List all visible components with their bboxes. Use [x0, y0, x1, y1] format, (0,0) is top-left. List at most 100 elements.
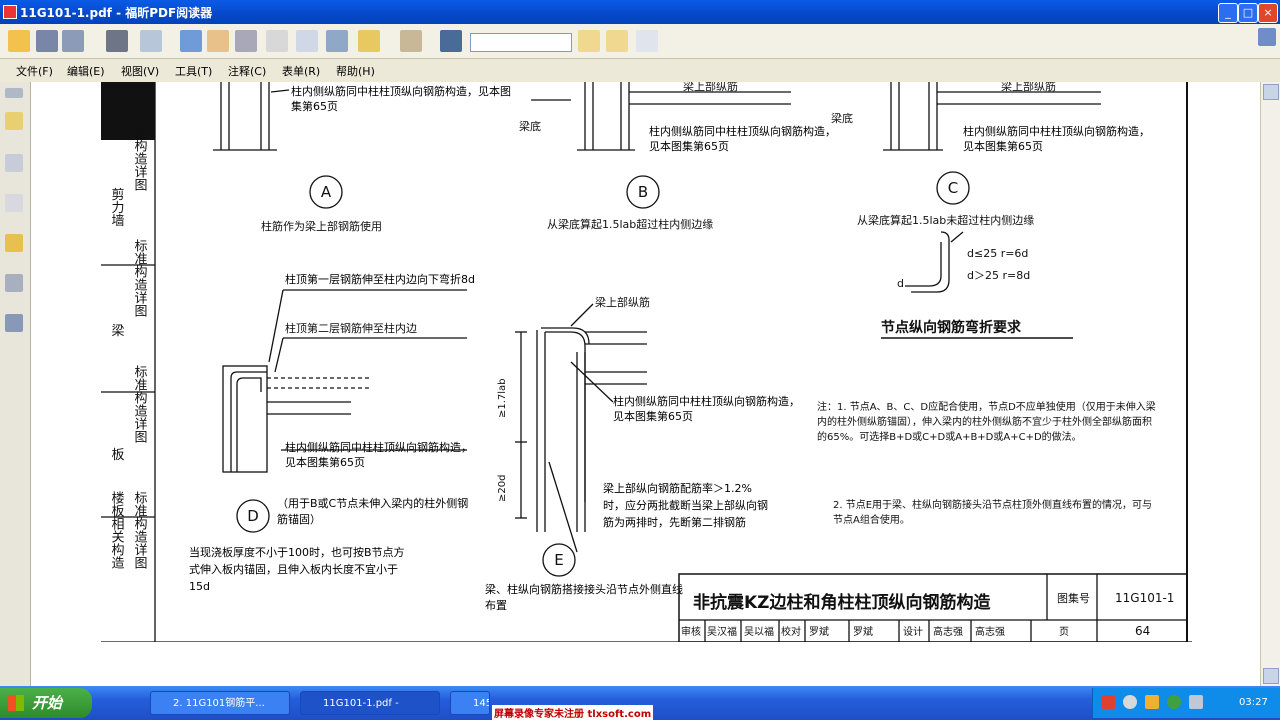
detail-b-label: B	[638, 183, 648, 201]
tray-volume-icon[interactable]	[1189, 695, 1203, 709]
save-icon[interactable]	[36, 30, 58, 52]
task-explorer[interactable]: 2. 11G101钢筋平...	[150, 691, 290, 715]
tb-design: 设计	[903, 625, 923, 638]
detail-d-note2: 柱顶第二层钢筋伸至柱内边	[285, 321, 417, 335]
pdf-page[interactable]: 剪力墙 标准构造详图 梁 标准构造详图 板 标准构造详图 楼板相关构造 标准构造…	[101, 82, 1192, 642]
bend-rule-1: d≤25 r=6d	[967, 247, 1028, 260]
minimize-button[interactable]: _	[1218, 3, 1238, 23]
tb-reviewer: 吴汉福	[707, 625, 737, 638]
menu-forms[interactable]: 表单(R)	[282, 63, 320, 79]
menu-edit[interactable]: 编辑(E)	[67, 63, 105, 79]
help-corner-icon[interactable]	[1258, 28, 1276, 46]
detail-e-note1: 柱内侧纵筋同中柱柱顶纵向钢筋构造，见本图集第65页	[613, 395, 800, 423]
close-button[interactable]: ×	[1258, 3, 1278, 23]
title-bar: 11G101-1.pdf - 福昕PDF阅读器 _ □ ×	[0, 0, 1280, 24]
toolbar	[0, 24, 1280, 59]
bend-d-label: d	[897, 277, 904, 290]
maximize-button[interactable]: □	[1238, 3, 1258, 23]
select-cursor-icon[interactable]	[266, 30, 288, 52]
scroll-up-icon[interactable]	[1263, 84, 1279, 100]
system-tray: 03:27	[1092, 688, 1280, 718]
comments-icon[interactable]	[5, 234, 23, 252]
sidebar-group-slab: 板	[109, 448, 125, 462]
menu-file[interactable]: 文件(F)	[16, 63, 53, 79]
page-margin-right	[1192, 82, 1260, 686]
detail-c-caption: 从梁底算起1.5lab未超过柱内侧边缘	[857, 213, 1034, 227]
detail-a-label: A	[321, 183, 332, 201]
stamp-icon[interactable]	[358, 30, 380, 52]
email-icon[interactable]	[140, 30, 162, 52]
page-margin	[31, 82, 101, 686]
detail-d-label: D	[247, 507, 259, 525]
app-icon	[3, 5, 17, 19]
navigation-pane	[0, 82, 31, 686]
task-recorder[interactable]: 145	[450, 691, 490, 715]
general-note-1: 注：1. 节点A、B、C、D应配合使用，节点D不应单独使用（仅用于未伸入梁内的柱…	[817, 402, 1156, 443]
sidebar-group-beam: 梁	[109, 324, 125, 337]
sidebar-group-shear-wall: 剪力墙	[109, 187, 125, 227]
find-previous-icon[interactable]	[578, 30, 600, 52]
bookmarks-icon[interactable]	[5, 112, 23, 130]
bend-diagram	[905, 231, 964, 293]
general-note-2: 2. 节点E用于梁、柱纵向钢筋接头沿节点柱顶外侧直线布置的情况，可与节点A组合使…	[833, 500, 1153, 526]
tb-page-no: 64	[1135, 624, 1150, 638]
tb-checker: 罗斌	[809, 626, 829, 638]
binoculars-icon[interactable]	[440, 30, 462, 52]
open-folder-icon[interactable]	[8, 30, 30, 52]
sidebar-black-block	[101, 82, 155, 140]
detail-b-beam-top: 梁上部纵筋	[683, 82, 738, 93]
layers-icon[interactable]	[5, 194, 23, 212]
typewriter-icon[interactable]	[400, 30, 422, 52]
sidebar-col-slab: 标准构造详图	[132, 365, 148, 443]
sidebar-group-floor: 楼板相关构造	[109, 491, 125, 570]
start-label: 开始	[32, 694, 63, 712]
scroll-down-icon[interactable]	[1263, 668, 1279, 684]
zoom-tool-icon[interactable]	[235, 30, 257, 52]
sidebar-col-floor: 标准构造详图	[132, 491, 148, 569]
detail-c-label: C	[948, 179, 958, 197]
hand-tool-icon[interactable]	[207, 30, 229, 52]
task-pdf-reader[interactable]: 11G101-1.pdf -	[300, 691, 440, 715]
title-block-atlas-label: 图集号	[1057, 591, 1090, 605]
detail-b-note: 柱内侧纵筋同中柱柱顶纵向钢筋构造，见本图集第65页	[649, 125, 836, 153]
tray-status-icon[interactable]	[1167, 695, 1181, 709]
pages-icon[interactable]	[5, 154, 23, 172]
bend-rule-2: d＞25 r=8d	[967, 269, 1030, 282]
search-options-icon[interactable]	[636, 30, 658, 52]
signature-icon[interactable]	[5, 314, 23, 332]
page-bottom-margin	[101, 642, 1192, 686]
tb-review: 审核	[681, 625, 701, 638]
detail-c-note: 柱内侧纵筋同中柱柱顶纵向钢筋构造，见本图集第65页	[963, 125, 1150, 153]
detail-a-drawing	[213, 82, 290, 151]
pane-toggle-icon[interactable]	[5, 88, 23, 98]
window-title: 11G101-1.pdf - 福昕PDF阅读器	[20, 6, 213, 20]
menu-comments[interactable]: 注释(C)	[228, 63, 266, 79]
save-as-icon[interactable]	[62, 30, 84, 52]
tray-clock: 03:27	[1239, 697, 1268, 708]
vertical-scrollbar[interactable]	[1260, 82, 1280, 686]
detail-e-label: E	[554, 551, 563, 569]
tray-network-icon[interactable]	[1123, 695, 1137, 709]
search-input[interactable]	[470, 33, 572, 52]
title-block-title: 非抗震KZ边柱和角柱柱顶纵向钢筋构造	[693, 592, 991, 613]
menu-view[interactable]: 视图(V)	[121, 63, 159, 79]
detail-c-beam-bottom: 梁底	[831, 111, 853, 125]
attachments-icon[interactable]	[5, 274, 23, 292]
sidebar-col-beam: 标准构造详图	[132, 239, 148, 317]
text-select-icon[interactable]	[296, 30, 318, 52]
menu-help[interactable]: 帮助(H)	[336, 63, 375, 79]
snapshot-icon[interactable]	[326, 30, 348, 52]
tray-app-icon[interactable]	[1101, 695, 1115, 709]
tray-security-icon[interactable]	[1145, 695, 1159, 709]
detail-e-dim2: ≥20d	[497, 475, 508, 502]
detail-d-note1: 柱顶第一层钢筋伸至柱内边向下弯折8d	[285, 273, 475, 286]
print-icon[interactable]	[106, 30, 128, 52]
start-button[interactable]: 开始	[0, 688, 92, 718]
sidebar-col-shear-wall: 标准构造详图	[132, 113, 148, 191]
menu-tools[interactable]: 工具(T)	[175, 63, 212, 79]
detail-d-note3: 柱内侧纵筋同中柱柱顶纵向钢筋构造，见本图集第65页	[285, 441, 472, 469]
select-page-icon[interactable]	[180, 30, 202, 52]
detail-c-beam-top: 梁上部纵筋	[1001, 82, 1056, 93]
find-next-icon[interactable]	[606, 30, 628, 52]
tb-checker-sign: 罗斌	[853, 626, 873, 638]
